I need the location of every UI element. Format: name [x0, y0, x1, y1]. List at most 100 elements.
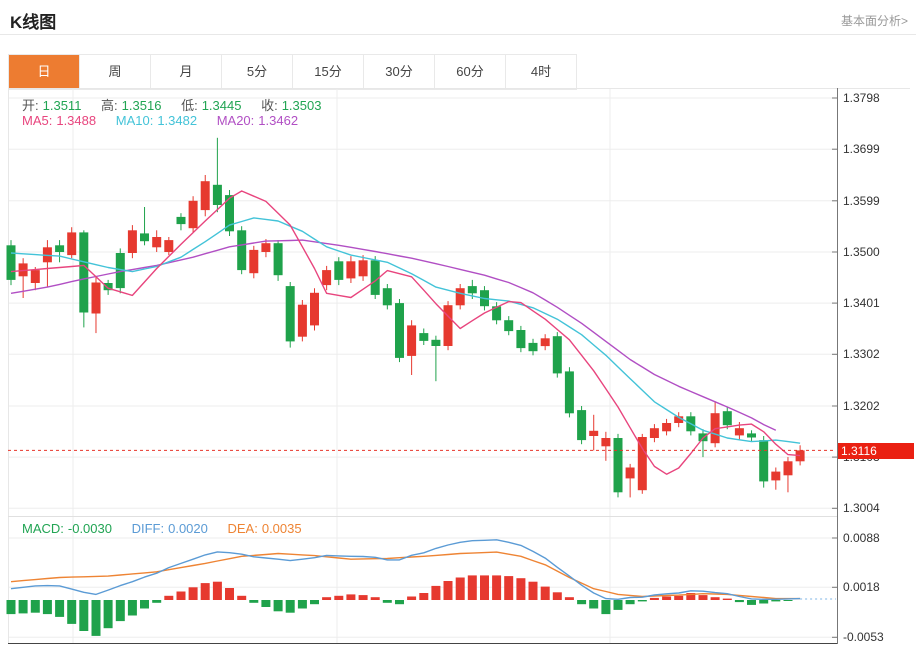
candle-body: [468, 286, 477, 293]
macd-bar: [237, 596, 246, 600]
macd-bar: [79, 600, 88, 631]
candle-body: [395, 303, 404, 358]
macd-bar: [468, 575, 477, 600]
price-tick-label: 1.3401: [843, 296, 880, 310]
macd-bar: [310, 600, 319, 604]
macd-bar: [553, 592, 562, 600]
candle-body: [553, 336, 562, 373]
candle-body: [249, 250, 258, 273]
macd-legend: MACD:-0.0030 DIFF:0.0020 DEA:0.0035: [22, 521, 306, 536]
candle-body: [784, 461, 793, 475]
diff-label: DIFF:: [132, 521, 165, 536]
candle-body: [541, 338, 550, 346]
macd-bar: [7, 600, 16, 614]
price-tick-label: 1.3699: [843, 142, 880, 156]
macd-bar: [711, 597, 720, 600]
macd-tick-label: 0.0018: [843, 580, 880, 594]
candle-body: [516, 330, 525, 348]
candle-body: [626, 468, 635, 479]
macd-bar: [189, 587, 198, 600]
macd-bar: [723, 599, 732, 600]
candle-body: [589, 431, 598, 436]
macd-bar: [589, 600, 598, 609]
macd-bar: [626, 600, 635, 604]
macd-bar: [43, 600, 52, 614]
candle-body: [638, 437, 647, 490]
candle-body: [456, 288, 465, 305]
macd-bar: [322, 597, 331, 600]
macd-bar: [747, 600, 756, 605]
high-value: 1.3516: [122, 98, 162, 113]
diff-value: 0.0020: [168, 521, 208, 536]
candle-body: [735, 428, 744, 435]
candle-body: [128, 230, 137, 253]
kline-legend: 开:1.3511 高:1.3516 低:1.3445 收:1.3503: [22, 95, 325, 114]
candle-body: [759, 440, 768, 481]
candle-body: [346, 261, 355, 278]
macd-bar: [19, 600, 28, 613]
macd-bar: [334, 596, 343, 600]
candle-body: [334, 261, 343, 280]
ma10-label: MA10:: [116, 113, 154, 128]
candle-body: [286, 286, 295, 341]
candle-body: [747, 433, 756, 437]
candle-body: [601, 438, 610, 446]
low-label: 低:: [181, 98, 198, 113]
ma5-value: 1.3488: [56, 113, 96, 128]
macd-bar: [298, 600, 307, 609]
macd-bar: [771, 600, 780, 601]
macd-bar: [614, 600, 623, 610]
macd-bar: [662, 597, 671, 601]
macd-bar: [759, 600, 768, 604]
macd-bar: [504, 576, 513, 600]
macd-bar: [67, 600, 76, 624]
macd-bar: [480, 575, 489, 600]
macd-bar: [650, 598, 659, 600]
candle-body: [261, 243, 270, 252]
ma20-value: 1.3462: [258, 113, 298, 128]
macd-bar: [55, 600, 64, 617]
ma10-value: 1.3482: [157, 113, 197, 128]
macd-bar: [529, 582, 538, 600]
candle-body: [529, 343, 538, 351]
macd-bar: [407, 597, 416, 601]
candle-body: [431, 340, 440, 346]
candle-body: [55, 245, 64, 252]
candle-body: [407, 325, 416, 356]
candle-body: [274, 243, 283, 275]
macd-bar: [31, 600, 40, 613]
candle-body: [213, 185, 222, 205]
macd-bar: [92, 600, 101, 636]
kline-page: K线图 基本面分析> 日周月5分15分30分60分4时 开:1.3511 高:1…: [0, 0, 916, 650]
candle-body: [614, 438, 623, 492]
macd-bar: [213, 582, 222, 600]
macd-bar: [565, 597, 574, 600]
macd-bar: [201, 583, 210, 600]
macd-tick-label: 0.0088: [843, 531, 880, 545]
candle-body: [444, 305, 453, 346]
macd-bar: [784, 600, 793, 601]
macd-bar: [601, 600, 610, 614]
macd-bar: [177, 592, 186, 601]
ma20-label: MA20:: [217, 113, 255, 128]
open-label: 开:: [22, 98, 39, 113]
macd-bar: [456, 578, 465, 601]
candle-body: [565, 371, 574, 413]
candle-body: [164, 240, 173, 252]
candle-body: [322, 270, 331, 285]
macd-tick-label: -0.0053: [843, 630, 884, 644]
ma5-label: MA5:: [22, 113, 52, 128]
price-tick-label: 1.3202: [843, 399, 880, 413]
diff-line: [11, 540, 800, 600]
macd-bar: [431, 586, 440, 600]
candle-body: [152, 237, 161, 247]
candle-body: [504, 320, 513, 331]
dea-line: [11, 552, 800, 599]
macd-bar: [492, 575, 501, 600]
high-label: 高:: [101, 98, 118, 113]
candle-body: [201, 181, 210, 210]
macd-bar: [735, 600, 744, 602]
macd-bar: [225, 588, 234, 600]
candle-body: [359, 260, 368, 276]
ma20-line: [11, 240, 776, 430]
